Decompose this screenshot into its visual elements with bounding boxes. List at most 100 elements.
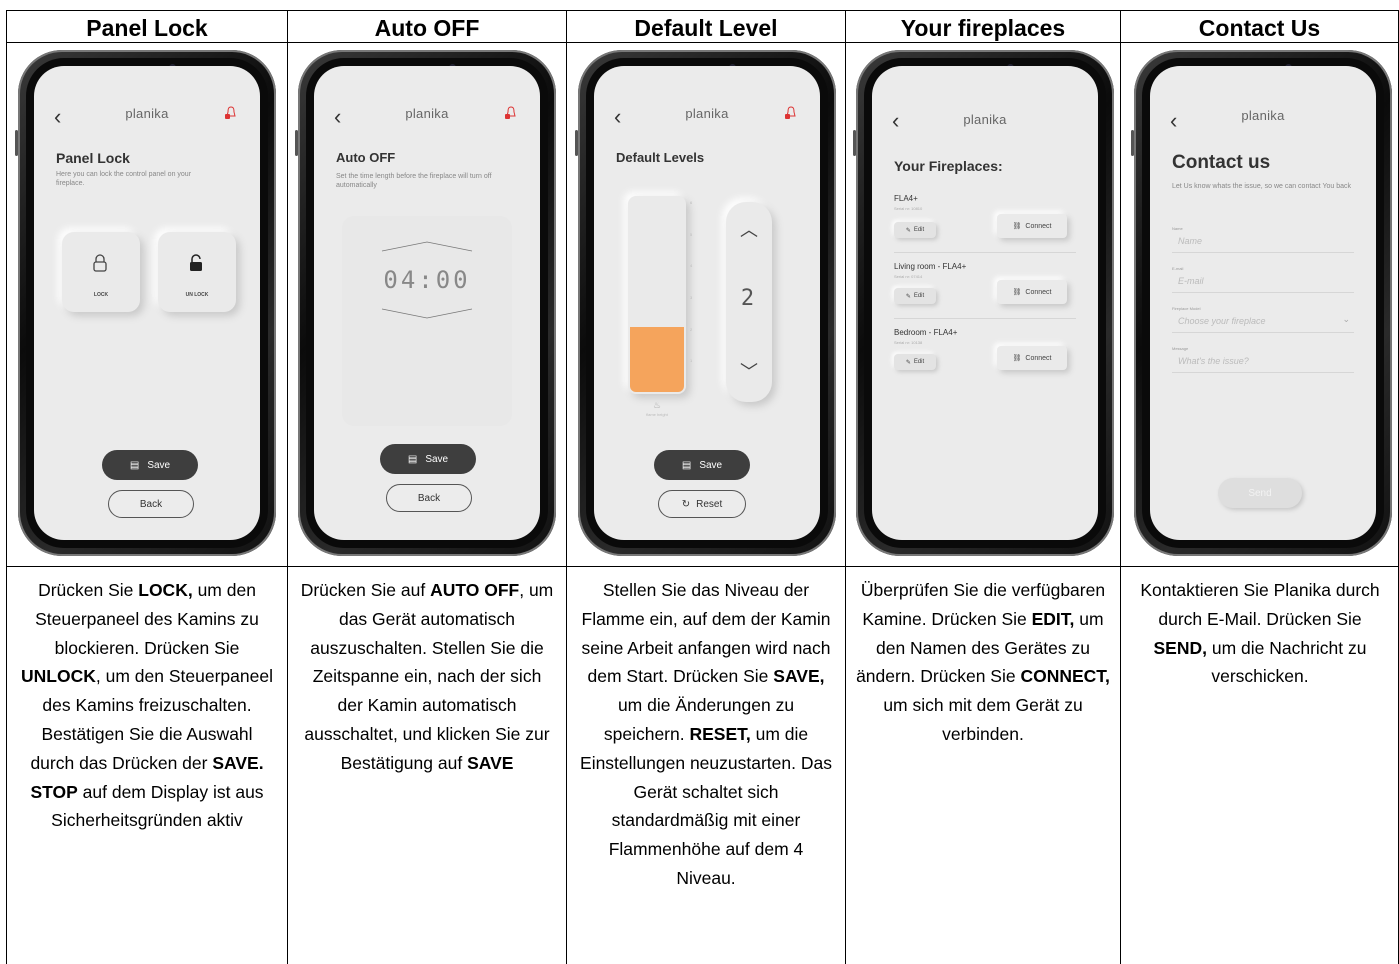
- phone-mockup: ‹ planika Contact us Let Us know whats t…: [1131, 50, 1392, 556]
- model-select[interactable]: Choose your fireplace: [1178, 316, 1266, 326]
- message-field[interactable]: What's the issue?: [1178, 356, 1249, 366]
- description-run: um die Nachricht zu verschicken.: [1206, 637, 1367, 687]
- field-underline: [1172, 292, 1354, 293]
- lock-label: LOCK: [93, 292, 109, 298]
- page-title: Your Fireplaces:: [894, 158, 1003, 174]
- send-button[interactable]: Send: [1218, 478, 1302, 508]
- save-label: Save: [425, 453, 449, 465]
- increase-time-arrow[interactable]: [380, 240, 474, 252]
- save-button[interactable]: ▤ Save: [380, 444, 476, 474]
- link-icon: ⛓: [1012, 355, 1022, 362]
- edit-icon: ✎: [905, 227, 911, 234]
- scale-tick-label: 2: [690, 327, 693, 332]
- scale-tick-label: 4: [690, 263, 693, 268]
- description-keyword: CONNECT,: [1020, 666, 1110, 687]
- description-text: Kontaktieren Sie Planika durch durch E-M…: [1134, 576, 1386, 691]
- field-underline: [1172, 372, 1354, 373]
- description-keyword: LOCK,: [138, 580, 193, 600]
- padlock-open-icon: [190, 254, 202, 271]
- lock-alert-icon[interactable]: [224, 106, 238, 120]
- back-button[interactable]: Back: [108, 490, 194, 518]
- level-down-icon[interactable]: ﹀: [726, 358, 772, 384]
- save-button[interactable]: ▤ Save: [654, 450, 750, 480]
- edit-label: Edit: [913, 359, 925, 365]
- phone-side-button: [853, 130, 856, 156]
- column-header: Auto OFF: [374, 14, 480, 41]
- level-stepper: ︿ 2 ﹀: [726, 202, 772, 402]
- decrease-time-arrow[interactable]: [380, 308, 474, 320]
- flame-caption: flame height: [646, 412, 668, 417]
- description-run: Drücken Sie: [38, 580, 139, 600]
- edit-icon: ✎: [905, 359, 911, 366]
- page-title: Auto OFF: [336, 150, 396, 165]
- save-button[interactable]: ▤ Save: [102, 450, 198, 480]
- fireplace-name: Living room - FLA4+: [894, 262, 967, 271]
- phone-side-button: [295, 130, 298, 156]
- description-keyword: SAVE: [467, 752, 514, 773]
- unlock-button[interactable]: UN LOCK: [158, 232, 236, 312]
- edit-icon: ✎: [905, 293, 911, 300]
- edit-button[interactable]: ✎ Edit: [894, 354, 936, 370]
- col-border: [566, 10, 567, 964]
- connect-button[interactable]: ⛓ Connect: [997, 280, 1067, 304]
- lock-alert-icon[interactable]: [784, 106, 798, 120]
- col-border: [6, 10, 7, 964]
- email-field[interactable]: E-mail: [1178, 276, 1204, 286]
- flame-level-fill: [630, 326, 684, 392]
- level-scale: 6 5 4 3 2 1: [690, 196, 702, 394]
- description-run: Drücken Sie auf: [300, 580, 431, 600]
- edit-button[interactable]: ✎ Edit: [894, 288, 936, 304]
- back-label: Back: [417, 492, 441, 504]
- message-label: Message: [1172, 346, 1189, 351]
- description-keyword: EDIT,: [1031, 608, 1075, 629]
- app-screen-auto-off: ‹ planika Auto OFF Set the time length b…: [314, 66, 540, 540]
- description-run: um sich mit dem Gerät zu verbinden.: [883, 695, 1083, 744]
- field-underline: [1172, 332, 1354, 333]
- column-header: Your fireplaces: [900, 14, 1066, 41]
- back-button[interactable]: Back: [386, 484, 472, 512]
- fireplace-name: Bedroom - FLA4+: [894, 328, 958, 337]
- description-run: um die Einstellungen neuzustarten. Das G…: [580, 723, 832, 888]
- model-label: Fireplace Model: [1172, 306, 1201, 311]
- page-subtitle: Set the time length before the fireplace…: [336, 173, 492, 189]
- page-title: Panel Lock: [56, 150, 130, 166]
- connect-button[interactable]: ⛓ Connect: [997, 346, 1067, 370]
- scale-tick-label: 3: [690, 295, 693, 300]
- unlock-label: UN LOCK: [185, 292, 209, 298]
- description-text: Drücken Sie auf AUTO OFF, um das Gerät a…: [300, 576, 554, 778]
- scale-tick-label: 1: [690, 358, 693, 363]
- app-screen-contact: ‹ planika Contact us Let Us know whats t…: [1150, 66, 1376, 540]
- col-border: [287, 10, 288, 964]
- description-keyword: SEND,: [1153, 637, 1207, 658]
- fireplace-serial: Serial nr: 10138: [894, 340, 923, 345]
- connect-button[interactable]: ⛓ Connect: [997, 214, 1067, 238]
- description-run: auf dem Display ist aus Sicherheitsgründ…: [51, 781, 264, 831]
- description-run: , um das Gerät automatisch auszuschalten…: [304, 580, 554, 773]
- chevron-down-icon[interactable]: ⌄: [1342, 314, 1350, 325]
- image-row-divider: [6, 566, 1399, 567]
- page-title: Contact us: [1172, 152, 1271, 173]
- level-up-icon[interactable]: ︿: [726, 216, 772, 242]
- flame-icon: ♨: [652, 400, 662, 410]
- edit-button[interactable]: ✎ Edit: [894, 222, 936, 238]
- description-keyword: UNLOCK: [21, 666, 96, 687]
- col-border: [845, 10, 846, 964]
- app-screen-fireplaces: ‹ planika Your Fireplaces: FLA4+ Serial …: [872, 66, 1098, 540]
- lock-alert-icon[interactable]: [504, 106, 518, 120]
- email-label: E-mail: [1172, 266, 1184, 271]
- flame-level-bar[interactable]: [628, 196, 686, 394]
- page-subtitle: Here you can lock the control panel on y…: [56, 171, 192, 187]
- save-icon: ▤: [407, 453, 418, 465]
- app-screen-default-level: ‹ planika Default Levels 654321 ♨ flame …: [594, 66, 820, 540]
- reset-button[interactable]: ↻ Reset: [658, 490, 746, 518]
- connect-label: Connect: [1025, 354, 1052, 362]
- description-text: Überprüfen Sie die verfügbaren Kamine. D…: [856, 576, 1110, 749]
- lock-button[interactable]: LOCK: [62, 232, 140, 312]
- column-header: Panel Lock: [86, 14, 208, 41]
- col-border: [1120, 10, 1121, 964]
- name-field[interactable]: Name: [1178, 236, 1202, 246]
- edit-label: Edit: [913, 293, 925, 299]
- column-header: Default Level: [634, 14, 778, 41]
- phone-mockup: ‹ planika Auto OFF Set the time length b…: [295, 50, 556, 556]
- link-icon: ⛓: [1012, 223, 1022, 230]
